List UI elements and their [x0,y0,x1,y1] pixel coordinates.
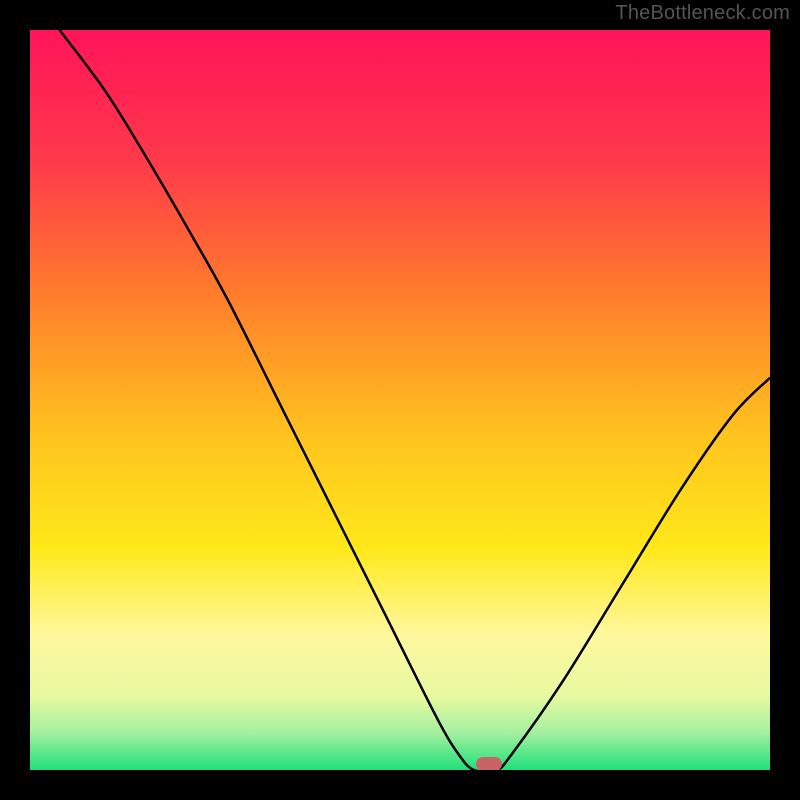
optimal-point-marker [476,757,502,770]
chart-frame: TheBottleneck.com [0,0,800,800]
plot-area [30,30,770,770]
watermark-text: TheBottleneck.com [615,2,790,25]
curve-layer [30,30,770,770]
bottleneck-curve [60,30,770,770]
